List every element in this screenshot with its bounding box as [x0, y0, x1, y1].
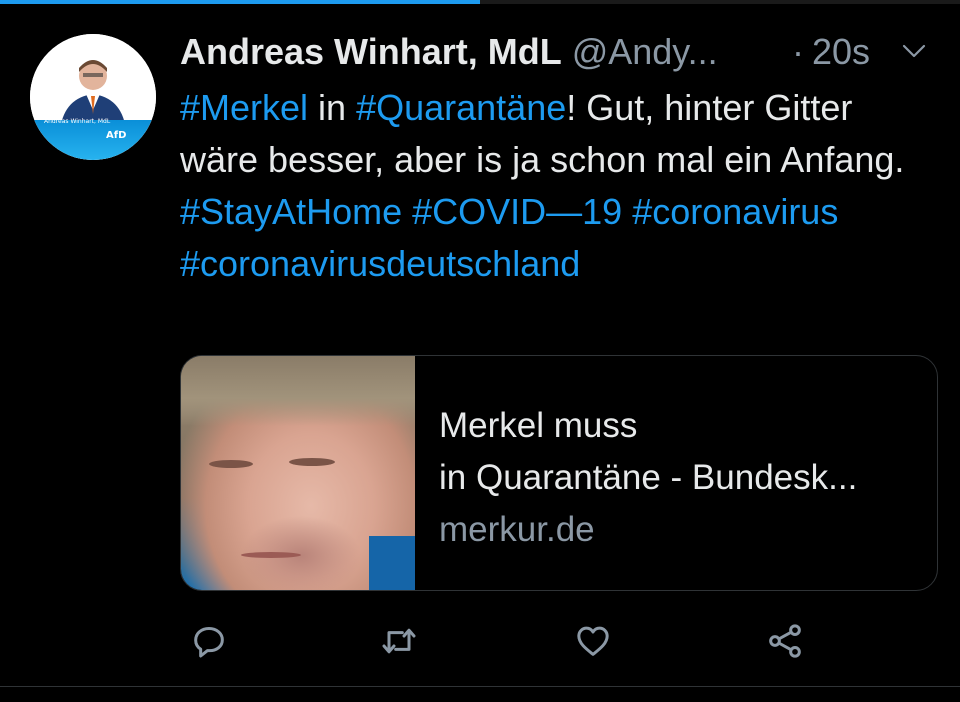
image-mouth-shape — [241, 552, 301, 558]
avatar[interactable]: Andreas Winhart, MdL AfD — [30, 34, 156, 160]
hashtag-link[interactable]: #Merkel — [180, 87, 308, 128]
divider — [0, 686, 960, 687]
image-eye-shape — [289, 458, 335, 466]
tweet[interactable]: Andreas Winhart, MdL AfD Andreas Winhart… — [0, 4, 960, 686]
handle[interactable]: @Andy... — [572, 31, 718, 72]
avatar-name-label: Andreas Winhart, MdL — [44, 118, 111, 125]
image-eye-shape — [209, 460, 253, 468]
heart-icon — [577, 626, 609, 656]
like-button[interactable] — [568, 616, 618, 666]
retweet-icon — [382, 628, 416, 654]
link-preview-title-line: Merkel muss — [439, 406, 638, 445]
avatar-banner — [30, 120, 156, 160]
avatar-party-label: AfD — [106, 130, 127, 141]
link-preview-card[interactable]: Merkel muss in Quarantäne - Bundesk... m… — [180, 355, 938, 591]
tweet-header: Andreas Winhart, MdL @Andy... · 20s — [180, 30, 940, 74]
hashtag-link[interactable]: #coronavirus — [632, 191, 838, 232]
display-name[interactable]: Andreas Winhart, MdL — [180, 31, 562, 72]
tweet-text-segment: in — [308, 87, 357, 128]
hashtag-link[interactable]: #StayAtHome — [180, 191, 402, 232]
chevron-down-icon[interactable] — [900, 40, 928, 64]
link-preview-image — [181, 356, 415, 590]
share-button[interactable] — [760, 616, 810, 666]
link-preview-title: Merkel muss in Quarantäne - Bundesk... — [439, 400, 919, 504]
hashtag-link[interactable]: #COVID—19 — [412, 191, 622, 232]
tweet-text: #Merkel in #Quarantäne! Gut, hinter Gitt… — [180, 82, 940, 290]
tweet-actions — [180, 616, 940, 666]
tweet-text-segment — [402, 191, 412, 232]
share-icon — [769, 624, 801, 658]
hashtag-link[interactable]: #coronavirusdeutschland — [180, 243, 580, 284]
tweet-text-segment — [622, 191, 632, 232]
separator-dot: · — [792, 31, 804, 72]
timestamp[interactable]: 20s — [812, 30, 870, 74]
link-preview-domain: merkur.de — [439, 510, 595, 549]
reply-icon — [194, 627, 224, 658]
hashtag-link[interactable]: #Quarantäne — [356, 87, 566, 128]
link-preview-title-line: in Quarantäne - Bundesk... — [439, 458, 858, 497]
reply-button[interactable] — [184, 616, 234, 666]
image-hair-shape — [181, 356, 415, 426]
image-collar-shape — [369, 536, 415, 590]
retweet-button[interactable] — [374, 616, 424, 666]
